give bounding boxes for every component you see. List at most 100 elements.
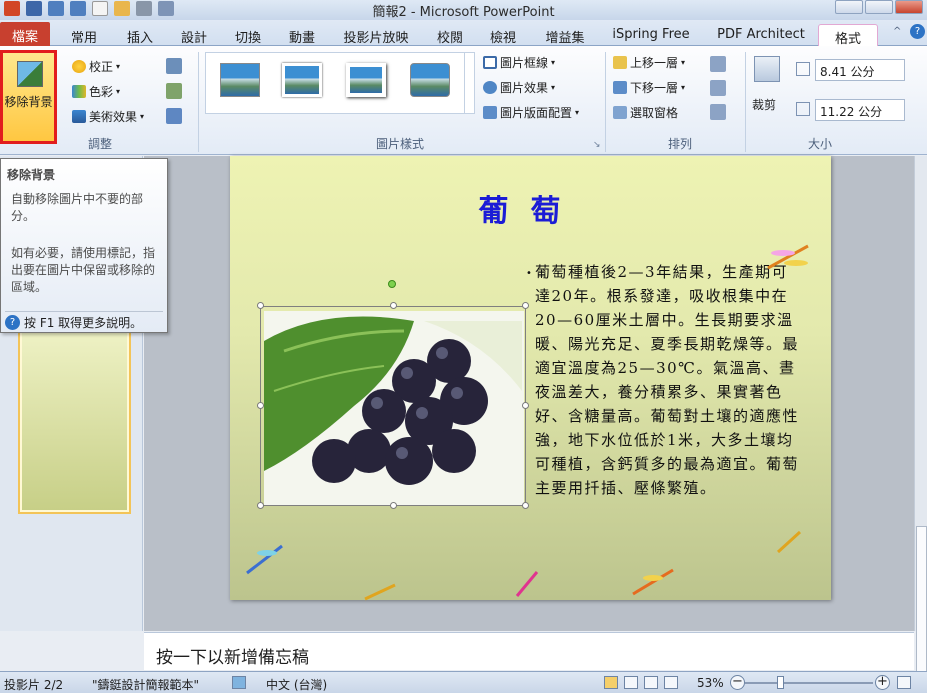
language-indicator[interactable]: 中文 (台灣) [266, 676, 327, 693]
picture-border-button[interactable]: 圖片框線 ▾ [483, 54, 555, 71]
corrections-button[interactable]: 校正 ▾ [72, 58, 120, 75]
spell-check-icon[interactable] [232, 676, 246, 689]
slide-canvas[interactable]: 葡萄 • 葡萄種植後2—3年結果，生產期可達20年。根系發達，吸收根集中在20—… [230, 156, 831, 601]
resize-handle[interactable] [522, 302, 529, 309]
tab-slideshow[interactable]: 投影片放映 [335, 24, 417, 46]
dropdown-arrow-icon: ▾ [575, 108, 580, 117]
tab-view[interactable]: 檢視 [481, 24, 525, 46]
resize-handle[interactable] [257, 302, 264, 309]
resize-handle[interactable] [522, 402, 529, 409]
crop-icon[interactable] [754, 56, 780, 82]
slide-sorter-icon[interactable] [624, 676, 638, 689]
remove-background-button[interactable]: 移除背景 [0, 50, 57, 144]
zoom-slider-knob[interactable] [777, 676, 784, 689]
tab-home[interactable]: 常用 [62, 24, 106, 46]
height-field[interactable]: 8.41 公分 [815, 59, 905, 81]
vertical-scrollbar[interactable] [914, 156, 927, 693]
resize-handle[interactable] [522, 502, 529, 509]
tab-ispring[interactable]: iSpring Free [603, 24, 699, 46]
style-thumb[interactable] [410, 63, 450, 97]
rotation-handle[interactable] [388, 280, 396, 288]
fit-to-window-icon[interactable] [897, 676, 911, 689]
ribbon-collapse-icon[interactable]: ^ [893, 26, 905, 38]
picture-effects-icon [483, 81, 497, 94]
grape-picture[interactable] [260, 306, 526, 506]
dragonfly-icon [767, 244, 809, 270]
picture-effects-button[interactable]: 圖片效果 ▾ [483, 79, 555, 96]
zoom-in-button[interactable]: + [875, 675, 890, 690]
tab-transitions[interactable]: 切換 [226, 24, 270, 46]
tooltip-description-1: 自動移除圖片中不要的部分。 [11, 192, 144, 223]
bring-forward-icon [613, 56, 627, 69]
picture-styles-gallery [205, 52, 475, 114]
tab-addins[interactable]: 增益集 [536, 24, 594, 46]
tab-insert[interactable]: 插入 [118, 24, 162, 46]
resize-handle[interactable] [257, 502, 264, 509]
dropdown-arrow-icon: ▾ [116, 87, 121, 96]
corrections-label: 校正 [89, 60, 114, 74]
grape-image [264, 311, 524, 505]
arrange-group-label: 排列 [667, 137, 692, 151]
style-thumb[interactable] [220, 63, 260, 97]
change-picture-icon[interactable] [166, 83, 182, 99]
minimize-button[interactable] [835, 0, 863, 14]
separator [605, 52, 606, 152]
dragonfly-icon [246, 544, 283, 575]
send-backward-button[interactable]: 下移一層 ▾ [613, 79, 685, 96]
close-button[interactable] [895, 0, 923, 14]
tooltip-divider [5, 311, 163, 312]
scroll-thumb[interactable] [916, 526, 927, 693]
resize-handle[interactable] [390, 302, 397, 309]
tab-animations[interactable]: 動畫 [280, 24, 324, 46]
tab-pdf-architect[interactable]: PDF Architect [707, 24, 815, 46]
tab-review[interactable]: 校閱 [428, 24, 472, 46]
picture-layout-button[interactable]: 圖片版面配置 ▾ [483, 104, 579, 121]
style-thumb[interactable] [346, 63, 386, 97]
zoom-level[interactable]: 53% [697, 676, 724, 690]
tab-file[interactable]: 檔案 [0, 22, 50, 46]
theme-name[interactable]: "鑄鋌設計簡報範本" [92, 676, 199, 693]
gallery-scroll[interactable] [464, 52, 476, 114]
adjust-group-label: 調整 [87, 137, 112, 151]
notes-pane[interactable]: 按一下以新增備忘稿 [144, 632, 914, 670]
dropdown-arrow-icon: ▾ [551, 83, 556, 92]
width-field[interactable]: 11.22 公分 [815, 99, 905, 121]
maximize-button[interactable] [865, 0, 893, 14]
tab-design[interactable]: 設計 [172, 24, 216, 46]
group-icon[interactable] [710, 80, 726, 96]
artistic-effects-button[interactable]: 美術效果 ▾ [72, 108, 144, 125]
resize-handle[interactable] [257, 402, 264, 409]
resize-handle[interactable] [390, 502, 397, 509]
notes-placeholder: 按一下以新增備忘稿 [156, 648, 309, 668]
compress-pictures-icon[interactable] [166, 58, 182, 74]
picture-layout-label: 圖片版面配置 [500, 106, 573, 120]
selection-pane-icon [613, 106, 627, 119]
tooltip-help-text: 按 F1 取得更多說明。 [24, 316, 143, 330]
align-icon[interactable] [710, 56, 726, 72]
tooltip-title: 移除背景 [7, 168, 56, 182]
crop-label[interactable]: 裁剪 [752, 96, 776, 113]
tooltip-description-2: 如有必要，請使用標記，指出要在圖片中保留或移除的區域。 [11, 246, 156, 294]
tab-format[interactable]: 格式 [818, 24, 878, 47]
zoom-slider[interactable] [745, 682, 873, 684]
slide-thumbnail-2[interactable] [18, 316, 131, 514]
slide-title[interactable]: 葡萄 [230, 186, 831, 230]
style-thumb[interactable] [282, 63, 322, 97]
separator [198, 52, 199, 152]
bring-forward-button[interactable]: 上移一層 ▾ [613, 54, 685, 71]
normal-view-icon[interactable] [604, 676, 618, 689]
slide-body-text[interactable]: 葡萄種植後2—3年結果，生產期可達20年。根系發達，吸收根集中在20—60厘米土… [535, 260, 800, 500]
reset-picture-icon[interactable] [166, 108, 182, 124]
selection-pane-button[interactable]: 選取窗格 [613, 104, 678, 121]
zoom-out-button[interactable]: − [730, 675, 745, 690]
dropdown-arrow-icon: ▾ [681, 83, 686, 92]
rotate-icon[interactable] [710, 104, 726, 120]
picture-layout-icon [483, 106, 497, 119]
width-icon [796, 102, 810, 116]
help-icon[interactable]: ? [910, 24, 925, 39]
reading-view-icon[interactable] [644, 676, 658, 689]
slideshow-icon[interactable] [664, 676, 678, 689]
dialog-launcher-icon[interactable]: ↘ [593, 140, 601, 150]
color-button[interactable]: 色彩 ▾ [72, 83, 120, 100]
artistic-effects-label: 美術效果 [89, 110, 138, 124]
